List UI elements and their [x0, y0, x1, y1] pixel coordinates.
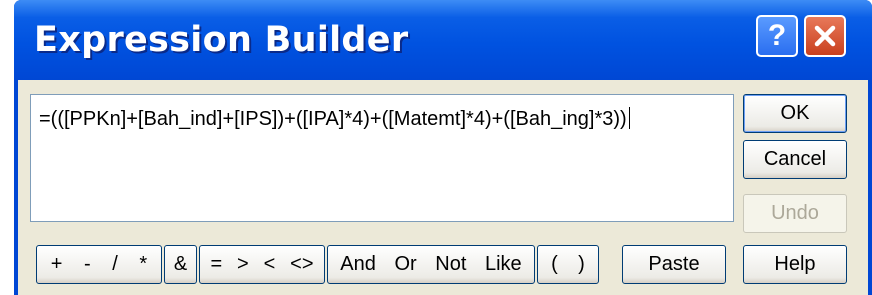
dialog-body: =(([PPKn]+[Bah_ind]+[IPS])+([IPA]*4)+([M…: [18, 80, 868, 295]
or-operator-button[interactable]: Or: [394, 253, 416, 276]
title-bar[interactable]: Expression Builder ?: [14, 0, 872, 80]
expression-textbox[interactable]: =(([PPKn]+[Bah_ind]+[IPS])+([IPA]*4)+([M…: [30, 94, 734, 222]
cancel-button[interactable]: Cancel: [743, 140, 847, 179]
open-paren-button[interactable]: (: [551, 253, 558, 276]
help-button[interactable]: Help: [743, 245, 847, 284]
not-equal-operator-button[interactable]: <>: [290, 253, 313, 276]
equals-operator-button[interactable]: =: [210, 253, 222, 276]
multiply-operator-button[interactable]: *: [139, 253, 147, 276]
greater-than-operator-button[interactable]: >: [237, 253, 249, 276]
divide-operator-button[interactable]: /: [112, 253, 118, 276]
undo-button[interactable]: Undo: [743, 194, 847, 233]
ampersand-operator-button[interactable]: &: [164, 245, 197, 284]
parenthesis-operator-group: ( ): [537, 245, 599, 284]
less-than-operator-button[interactable]: <: [264, 253, 276, 276]
ok-button[interactable]: OK: [743, 94, 847, 133]
text-caret: [628, 107, 630, 129]
close-icon: [814, 25, 836, 47]
title-close-button[interactable]: [804, 15, 846, 57]
paste-button[interactable]: Paste: [622, 245, 726, 284]
plus-operator-button[interactable]: +: [51, 253, 63, 276]
question-mark-icon: ?: [767, 19, 787, 52]
like-operator-button[interactable]: Like: [485, 253, 522, 276]
ampersand-operator-label: &: [173, 253, 188, 275]
and-operator-button[interactable]: And: [340, 253, 376, 276]
comparison-operator-group: = > < <>: [199, 245, 325, 284]
window-title: Expression Builder: [34, 20, 409, 60]
arithmetic-operator-group: + - / *: [36, 245, 162, 284]
not-operator-button[interactable]: Not: [435, 253, 466, 276]
expression-value: =(([PPKn]+[Bah_ind]+[IPS])+([IPA]*4)+([M…: [39, 108, 627, 130]
close-paren-button[interactable]: ): [578, 253, 585, 276]
expression-builder-window: Expression Builder ? =(([PPKn]+[Bah_ind]…: [14, 0, 872, 295]
title-help-button[interactable]: ?: [756, 15, 798, 57]
expression-text: =(([PPKn]+[Bah_ind]+[IPS])+([IPA]*4)+([M…: [39, 106, 679, 133]
minus-operator-button[interactable]: -: [84, 253, 91, 276]
logical-operator-group: And Or Not Like: [327, 245, 535, 284]
